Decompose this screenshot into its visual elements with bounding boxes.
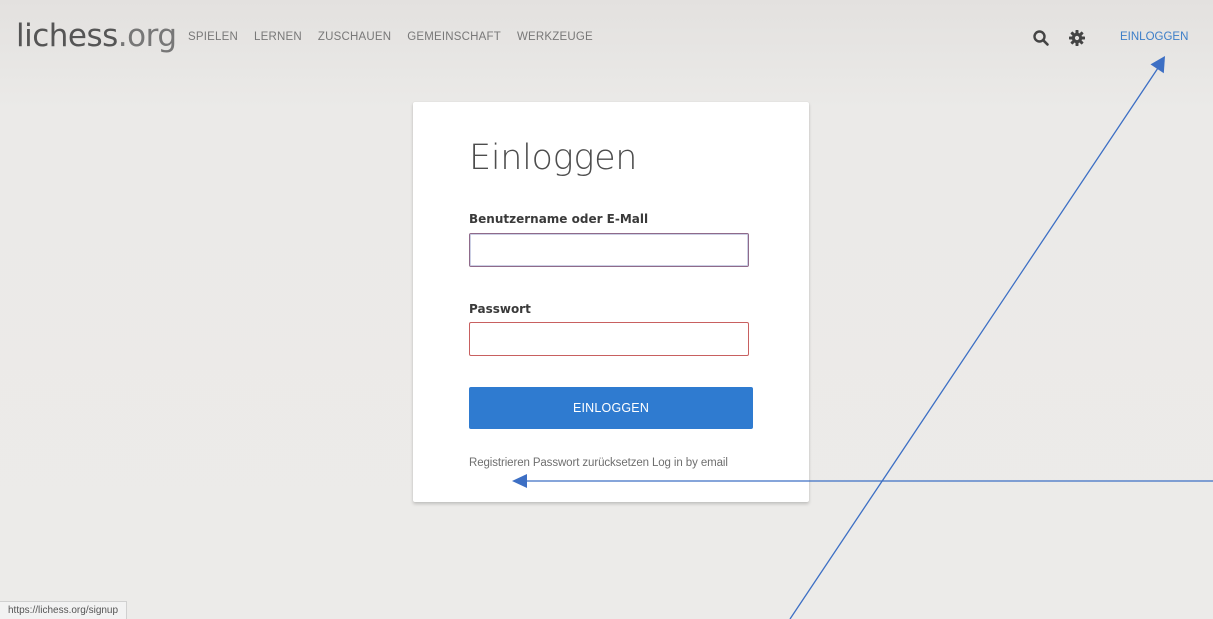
password-label: Passwort [469,302,531,316]
status-bar-url: https://lichess.org/signup [0,601,128,619]
login-button[interactable]: EINLOGGEN [469,387,753,429]
annotation-arrow-line [789,67,1159,619]
nav-item-learn[interactable]: LERNEN [254,31,302,43]
register-link[interactable]: Registrieren [469,457,530,469]
nav-item-community[interactable]: GEMEINSCHAFT [407,31,501,43]
site-logo[interactable]: lichess.org [16,18,177,54]
logo-main: lichess [16,18,118,54]
reset-password-link[interactable]: Passwort zurücksetzen [533,457,649,469]
nav-item-watch[interactable]: ZUSCHAUEN [318,31,391,43]
login-links: Registrieren Passwort zurücksetzen Log i… [469,457,728,469]
password-field[interactable] [469,322,749,356]
gear-icon[interactable] [1068,29,1086,47]
username-label: Benutzername oder E-Mall [469,212,649,226]
username-field[interactable] [469,233,749,267]
signin-link[interactable]: EINLOGGEN [1120,31,1188,43]
nav-item-tools[interactable]: WERKZEUGE [517,31,593,43]
nav-item-play[interactable]: SPIELEN [188,31,238,43]
page-title: Einloggen [469,138,638,178]
email-login-link[interactable]: Log in by email [652,457,728,469]
search-icon[interactable] [1032,29,1050,47]
top-navigation: lichess.org SPIELEN LERNEN ZUSCHAUEN GEM… [0,0,1213,70]
login-card: Einloggen Benutzername oder E-Mall Passw… [413,102,809,502]
main-menu: SPIELEN LERNEN ZUSCHAUEN GEMEINSCHAFT WE… [188,31,593,43]
logo-tld: .org [117,18,177,54]
